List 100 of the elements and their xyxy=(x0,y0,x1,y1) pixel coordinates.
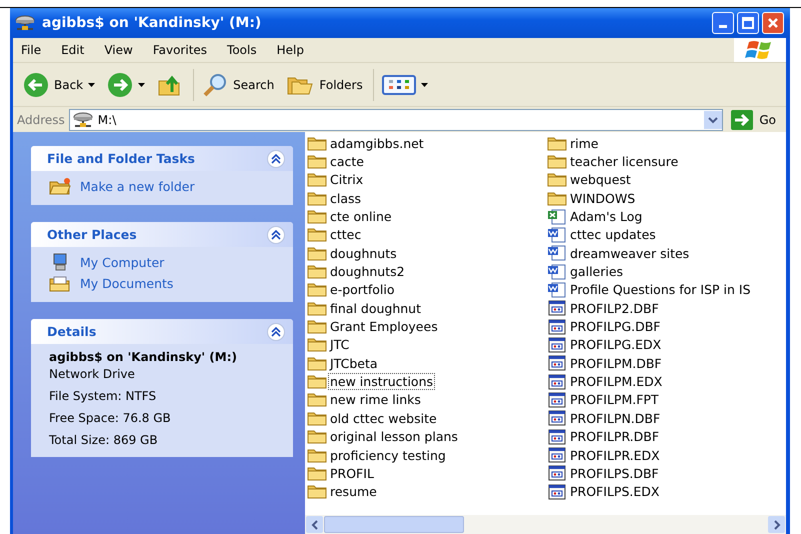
file-name[interactable]: adamgibbs.net xyxy=(328,134,426,152)
folder-icon xyxy=(547,172,567,188)
file-name[interactable]: Citrix xyxy=(328,171,366,188)
folder-icon xyxy=(307,154,327,170)
file-name[interactable]: PROFILPR.DBF xyxy=(568,428,662,446)
address-field[interactable]: M:\ xyxy=(68,108,724,130)
file-name[interactable]: original lesson plans xyxy=(328,428,460,446)
collapse-button[interactable] xyxy=(267,150,285,168)
file-name[interactable]: old cttec website xyxy=(328,410,439,427)
menu-item[interactable]: Help xyxy=(266,43,314,57)
file-name[interactable]: proficiency testing xyxy=(328,446,448,464)
caret-icon xyxy=(88,82,96,86)
file-name[interactable]: JTCbeta xyxy=(328,354,380,372)
file-name[interactable]: cacte xyxy=(328,153,366,170)
folder-icon xyxy=(307,227,327,242)
collapse-button[interactable] xyxy=(267,322,285,340)
folder-icon xyxy=(307,448,327,463)
database-file-icon xyxy=(547,374,567,390)
file-name[interactable]: PROFILPR.EDX xyxy=(568,446,662,464)
file-name[interactable]: Adam's Log xyxy=(568,208,644,226)
scroll-thumb[interactable] xyxy=(324,516,464,533)
file-name[interactable]: webquest xyxy=(568,171,633,188)
menu-item[interactable]: Favorites xyxy=(142,43,218,57)
menu-item[interactable]: File xyxy=(13,43,52,57)
folder-icon xyxy=(307,300,327,316)
file-name[interactable]: PROFILPM.FPT xyxy=(568,391,661,408)
chevron-right-icon xyxy=(772,520,780,530)
search-icon xyxy=(202,72,228,98)
file-name[interactable]: new instructions xyxy=(328,373,436,390)
folder-icon xyxy=(307,190,327,206)
detail-text: File System: NTFS xyxy=(49,389,158,403)
go-button[interactable]: Go xyxy=(727,110,786,130)
file-name[interactable]: PROFILPM.DBF xyxy=(568,354,664,372)
file-name[interactable]: Profile Questions for ISP in IS xyxy=(568,281,753,298)
file-name[interactable]: Grant Employees xyxy=(328,318,440,336)
chevron-down-icon xyxy=(708,116,718,124)
file-name[interactable]: e-portfolio xyxy=(328,281,396,298)
file-name[interactable]: dreamweaver sites xyxy=(568,244,692,262)
file-name[interactable]: class xyxy=(328,190,364,207)
file-name[interactable]: cttec updates xyxy=(568,226,658,244)
search-button[interactable]: Search xyxy=(198,68,278,100)
file-name[interactable]: PROFILPS.EDX xyxy=(568,483,662,500)
document-icon xyxy=(547,245,567,262)
folder-icon xyxy=(307,429,327,444)
dropdown-button[interactable] xyxy=(704,110,722,128)
file-name[interactable]: PROFILPS.DBF xyxy=(568,464,661,482)
file-name[interactable]: doughnuts2 xyxy=(328,263,407,280)
task-link[interactable]: My Computer xyxy=(80,254,164,270)
file-name[interactable]: PROFILPG.EDX xyxy=(568,336,664,354)
database-file-icon xyxy=(547,447,567,464)
maximize-icon xyxy=(742,17,754,29)
address-label: Address xyxy=(17,112,65,126)
folder-icon xyxy=(307,209,327,224)
task-link[interactable]: Make a new folder xyxy=(80,178,195,194)
file-name[interactable]: resume xyxy=(328,483,379,500)
folder-icon xyxy=(307,264,327,280)
folder-icon xyxy=(307,374,327,390)
file-name[interactable]: galleries xyxy=(568,263,626,280)
database-file-icon xyxy=(547,484,567,500)
file-name[interactable]: cte online xyxy=(328,208,394,226)
file-name[interactable]: new rime links xyxy=(328,391,423,408)
file-name[interactable]: PROFILP2.DBF xyxy=(568,300,661,317)
database-file-icon xyxy=(547,410,567,426)
horizontal-scrollbar[interactable] xyxy=(305,515,786,534)
scroll-left-button[interactable] xyxy=(306,516,323,533)
minimize-button[interactable] xyxy=(712,12,734,34)
scroll-right-button[interactable] xyxy=(768,516,785,533)
collapse-button[interactable] xyxy=(267,226,285,244)
file-name[interactable]: doughnuts xyxy=(328,244,399,262)
file-name[interactable]: PROFILPG.DBF xyxy=(568,318,662,336)
maximize-button[interactable] xyxy=(737,12,759,34)
caret-icon xyxy=(420,82,428,86)
file-name[interactable]: JTC xyxy=(328,336,352,354)
menu-item[interactable]: Tools xyxy=(217,43,267,57)
file-name[interactable]: cttec xyxy=(328,226,364,244)
document-icon xyxy=(547,264,567,280)
double-chevron-icon xyxy=(271,230,281,240)
detail-text: Network Drive xyxy=(49,367,136,381)
network-drive-icon xyxy=(14,15,36,31)
file-name[interactable]: PROFILPM.EDX xyxy=(568,373,664,390)
views-icon xyxy=(382,74,416,94)
close-button[interactable] xyxy=(762,12,784,34)
folder-icon xyxy=(307,172,327,188)
file-name[interactable]: PROFILPN.DBF xyxy=(568,410,662,427)
file-name[interactable]: PROFIL xyxy=(328,464,376,482)
menu-item[interactable]: Edit xyxy=(51,43,94,57)
file-name[interactable]: teacher licensure xyxy=(568,153,680,170)
file-name[interactable]: rime xyxy=(568,134,600,152)
folder-icon xyxy=(307,356,327,371)
file-name[interactable]: WINDOWS xyxy=(568,190,638,207)
back-button[interactable]: Back xyxy=(19,68,100,100)
task-link[interactable]: My Documents xyxy=(80,276,174,290)
network-drive-icon xyxy=(72,112,94,128)
menu-item[interactable]: View xyxy=(94,43,143,57)
document-icon xyxy=(547,226,567,243)
file-name[interactable]: final doughnut xyxy=(328,300,424,317)
close-icon xyxy=(767,17,779,29)
folder-icon xyxy=(307,136,327,151)
folders-button[interactable]: Folders xyxy=(282,68,374,100)
double-chevron-icon xyxy=(271,326,281,336)
